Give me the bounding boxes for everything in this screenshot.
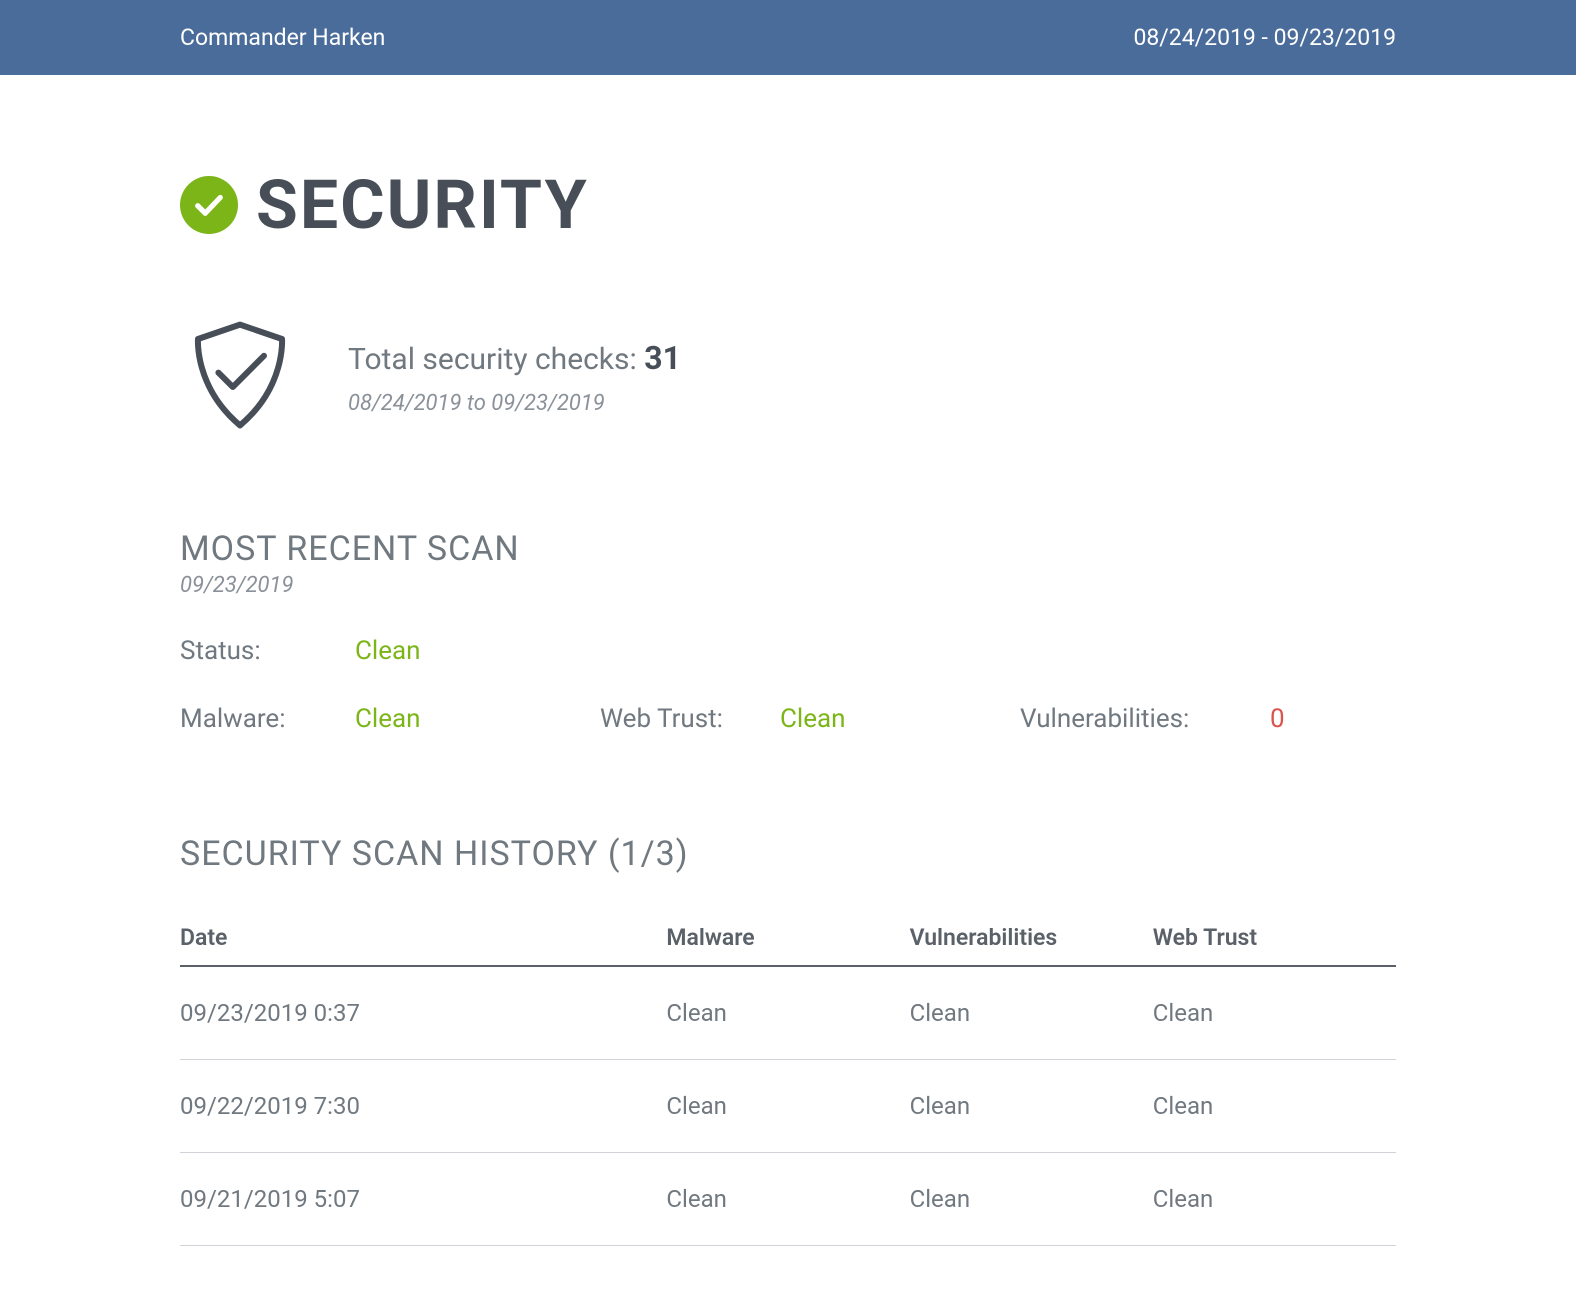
table-row: 09/21/2019 5:07 Clean Clean Clean xyxy=(180,1153,1396,1246)
cell-malware: Clean xyxy=(666,966,909,1060)
check-circle-icon xyxy=(180,176,238,234)
summary-date-range: 08/24/2019 to 09/23/2019 xyxy=(348,391,681,416)
recent-scan-heading: MOST RECENT SCAN xyxy=(180,529,1396,569)
vuln-value: 0 xyxy=(1270,704,1285,734)
metrics-row: Malware: Clean Web Trust: Clean Vulnerab… xyxy=(180,704,1396,734)
main-content: SECURITY Total security checks: 31 08/24… xyxy=(0,165,1576,1246)
webtrust-metric: Web Trust: xyxy=(600,704,780,734)
header-bar: Commander Harken 08/24/2019 - 09/23/2019 xyxy=(0,0,1576,75)
col-header-vulnerabilities: Vulnerabilities xyxy=(910,924,1153,966)
history-table: Date Malware Vulnerabilities Web Trust 0… xyxy=(180,924,1396,1246)
cell-date: 09/21/2019 5:07 xyxy=(180,1153,666,1246)
col-header-date: Date xyxy=(180,924,666,966)
checks-label: Total security checks: xyxy=(348,342,644,377)
cell-vulnerabilities: Clean xyxy=(910,966,1153,1060)
webtrust-value-group: Clean xyxy=(780,704,1020,734)
webtrust-value: Clean xyxy=(780,704,846,734)
malware-label: Malware: xyxy=(180,704,286,734)
page-title: SECURITY xyxy=(256,165,589,245)
status-label: Status: xyxy=(180,636,355,666)
vuln-label: Vulnerabilities: xyxy=(1020,704,1189,734)
checks-count: 31 xyxy=(644,339,681,377)
cell-date: 09/23/2019 0:37 xyxy=(180,966,666,1060)
cell-webtrust: Clean xyxy=(1153,1060,1396,1153)
cell-vulnerabilities: Clean xyxy=(910,1153,1153,1246)
header-date-range: 08/24/2019 - 09/23/2019 xyxy=(1133,24,1576,51)
col-header-webtrust: Web Trust xyxy=(1153,924,1396,966)
cell-vulnerabilities: Clean xyxy=(910,1060,1153,1153)
table-row: 09/23/2019 0:37 Clean Clean Clean xyxy=(180,966,1396,1060)
malware-value-group: Clean xyxy=(355,704,600,734)
history-table-header-row: Date Malware Vulnerabilities Web Trust xyxy=(180,924,1396,966)
cell-webtrust: Clean xyxy=(1153,966,1396,1060)
cell-malware: Clean xyxy=(666,1153,909,1246)
vuln-metric: Vulnerabilities: xyxy=(1020,704,1270,734)
col-header-malware: Malware xyxy=(666,924,909,966)
total-checks-line: Total security checks: 31 xyxy=(348,339,681,377)
malware-value: Clean xyxy=(355,704,421,734)
summary-section: Total security checks: 31 08/24/2019 to … xyxy=(180,315,1396,439)
webtrust-label: Web Trust: xyxy=(600,704,723,734)
recent-scan-date: 09/23/2019 xyxy=(180,573,1396,598)
summary-text: Total security checks: 31 08/24/2019 to … xyxy=(348,339,681,416)
vuln-value-group: 0 xyxy=(1270,704,1285,734)
history-heading: SECURITY SCAN HISTORY (1/3) xyxy=(180,834,1396,874)
shield-check-icon xyxy=(180,315,300,439)
cell-webtrust: Clean xyxy=(1153,1153,1396,1246)
cell-date: 09/22/2019 7:30 xyxy=(180,1060,666,1153)
table-row: 09/22/2019 7:30 Clean Clean Clean xyxy=(180,1060,1396,1153)
user-name: Commander Harken xyxy=(0,24,385,51)
title-section: SECURITY xyxy=(180,165,1396,245)
cell-malware: Clean xyxy=(666,1060,909,1153)
status-value: Clean xyxy=(355,636,421,666)
malware-metric: Malware: xyxy=(180,704,355,734)
status-row: Status: Clean xyxy=(180,636,1396,666)
